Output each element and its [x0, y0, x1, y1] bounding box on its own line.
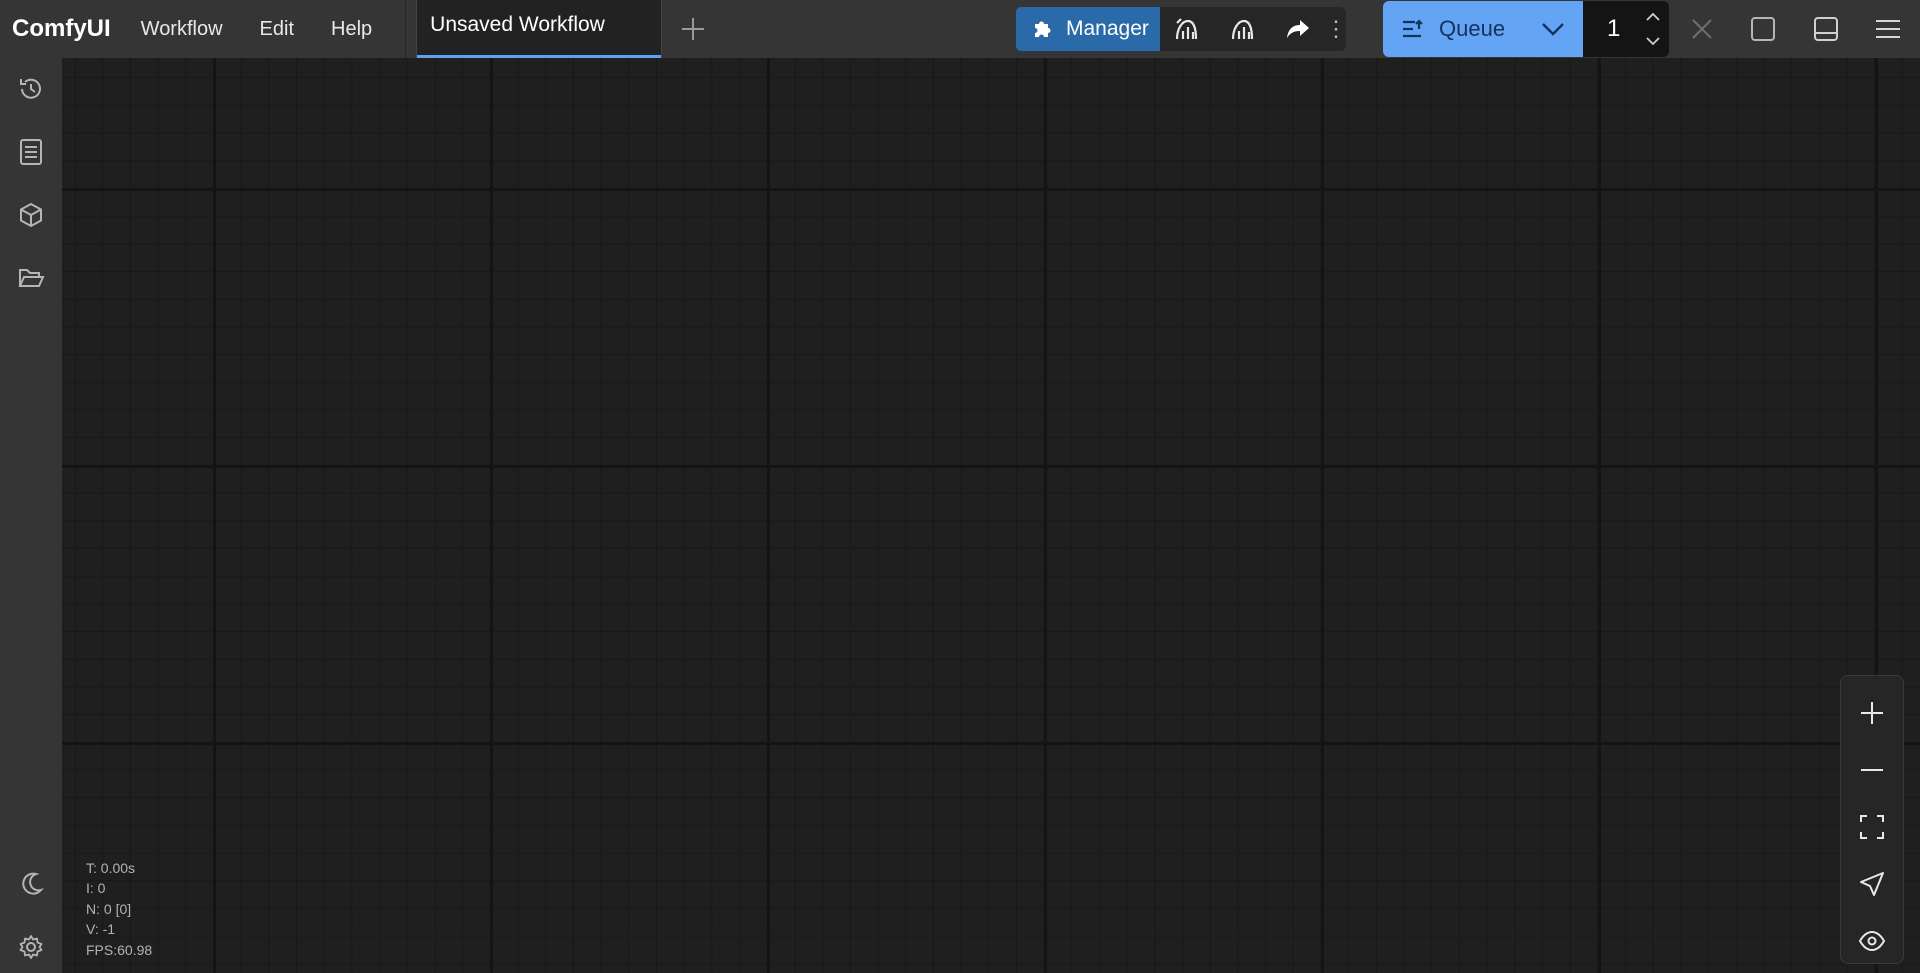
toggle-bottom-panel-button[interactable] [1796, 0, 1856, 58]
new-workflow-tab-button[interactable] [662, 0, 724, 58]
workflow-tab-label: Unsaved Workflow [430, 13, 605, 36]
sidebar-item-workflows[interactable] [0, 252, 62, 304]
zoom-in-icon [1861, 702, 1883, 724]
chevron-down-small-icon [1646, 37, 1660, 46]
bottom-panel-icon [1814, 17, 1838, 41]
sidebar-item-model-library[interactable] [0, 189, 62, 241]
sidebar-item-node-library[interactable] [0, 126, 62, 178]
queue-button-label: Queue [1439, 16, 1506, 41]
chevron-up-icon [1646, 12, 1660, 21]
manager-button[interactable]: Manager [1016, 7, 1160, 51]
hamburger-icon [1876, 20, 1900, 38]
main-menu-button[interactable] [1858, 0, 1918, 58]
zoom-in-button[interactable] [1841, 688, 1903, 738]
zoom-out-icon [1861, 769, 1883, 771]
history-icon [20, 78, 41, 99]
queue-button[interactable]: Queue [1383, 1, 1583, 57]
action-bar: Manager ⋮ [1016, 7, 1347, 51]
theme-moon-icon [22, 872, 44, 895]
left-sidebar [0, 58, 62, 973]
model-library-icon [20, 202, 42, 228]
stat-iterations: I: 0 [86, 880, 106, 897]
plus-icon [682, 18, 705, 40]
focus-mode-toggle-button[interactable] [1841, 859, 1903, 909]
menu-help[interactable]: Help [331, 18, 372, 41]
toggle-links-button[interactable] [1841, 916, 1903, 966]
node-library-icon [20, 139, 42, 165]
menu-divider [405, 0, 407, 58]
batch-count-value[interactable]: 1 [1607, 15, 1620, 43]
free-memory-button[interactable] [1215, 7, 1270, 51]
close-icon [1692, 19, 1712, 39]
workflow-tab-active[interactable]: Unsaved Workflow [416, 0, 663, 58]
batch-count-stepper [1645, 5, 1661, 53]
share-button[interactable] [1271, 7, 1326, 51]
canvas-stats: T: 0.00s I: 0 N: 0 [0] V: -1 FPS:60.98 [86, 858, 152, 960]
app-logo: ComfyUI [12, 15, 111, 42]
stat-version: V: -1 [86, 921, 116, 938]
manager-button-label: Manager [1066, 17, 1149, 40]
vram-free-icon [1231, 19, 1253, 40]
queue-list-icon [1403, 19, 1423, 38]
zoom-out-button[interactable] [1841, 745, 1903, 795]
vram-unload-icon [1176, 18, 1198, 40]
sidebar-theme-toggle[interactable] [0, 858, 62, 910]
fit-view-icon [1860, 815, 1884, 839]
stat-nodes: N: 0 [0] [86, 900, 132, 917]
batch-count-input[interactable]: 1 [1583, 1, 1669, 57]
unload-models-button[interactable] [1160, 7, 1215, 51]
batch-decrement-button[interactable] [1645, 29, 1661, 53]
focus-mode-button[interactable] [1733, 0, 1793, 58]
toggle-links-icon [1858, 930, 1886, 952]
menu-workflow[interactable]: Workflow [141, 18, 223, 41]
focus-mode-icon [1860, 872, 1884, 896]
chevron-down-icon[interactable] [1541, 21, 1565, 37]
sidebar-settings[interactable] [0, 921, 62, 973]
canvas-controls [1840, 675, 1904, 964]
graph-canvas[interactable] [62, 58, 1920, 973]
puzzle-icon [1035, 21, 1051, 37]
batch-increment-button[interactable] [1645, 5, 1661, 29]
share-arrow-icon [1287, 20, 1310, 38]
interrupt-button[interactable] [1672, 0, 1732, 58]
square-icon [1751, 17, 1775, 41]
settings-gear-icon [19, 935, 43, 959]
menu-edit[interactable]: Edit [260, 18, 294, 41]
fit-view-button[interactable] [1841, 802, 1903, 852]
stat-time: T: 0.00s [86, 860, 136, 876]
sidebar-item-queue-history[interactable] [0, 63, 62, 115]
actionbar-drag-handle[interactable]: ⋮ [1325, 7, 1347, 51]
stat-fps: FPS:60.98 [86, 941, 153, 958]
workflows-folder-icon [18, 269, 45, 287]
